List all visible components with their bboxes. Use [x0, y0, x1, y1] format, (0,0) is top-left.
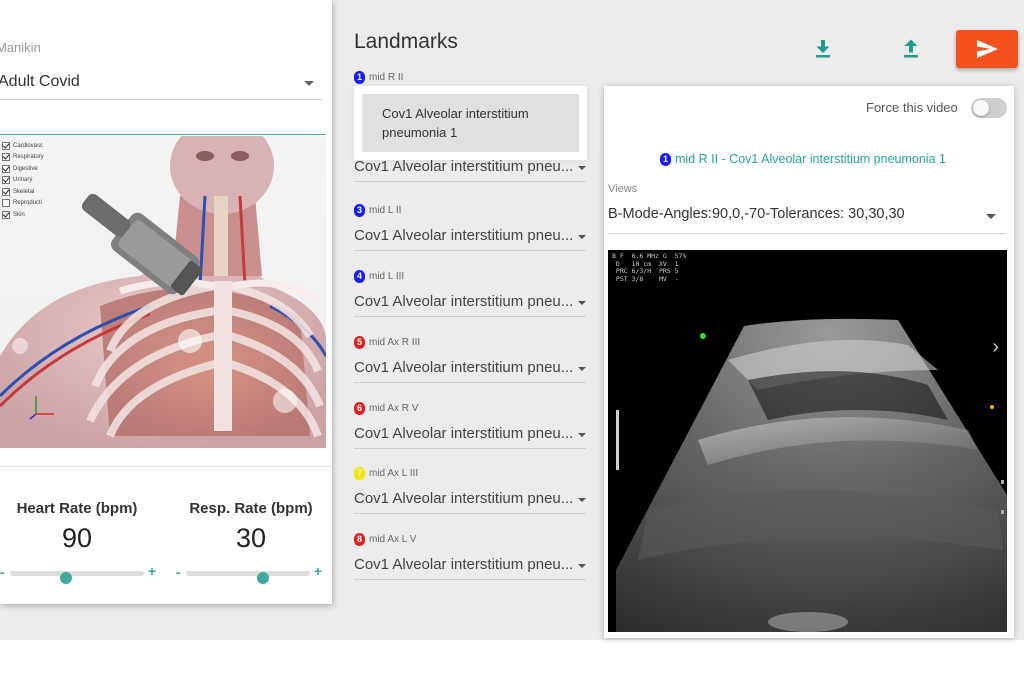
send-button[interactable]	[956, 30, 1018, 68]
landmark-badge: 8	[354, 533, 365, 546]
chevron-right-icon[interactable]: ›	[992, 336, 999, 359]
landmark-badge: 4	[354, 270, 365, 283]
checkbox[interactable]	[2, 164, 10, 173]
views-select[interactable]: B-Mode-Angles:90,0,-70-Tolerances: 30,30…	[608, 206, 1006, 234]
checkbox[interactable]	[2, 153, 10, 162]
toggle-knob[interactable]	[973, 100, 989, 116]
chevron-down-icon	[304, 81, 314, 86]
chevron-down-icon	[578, 367, 586, 371]
upload-button[interactable]	[899, 36, 923, 60]
landmark-badge: 1	[354, 71, 365, 84]
orientation-axes-icon	[29, 396, 54, 420]
resp-rate-value: 30	[235, 523, 267, 553]
landmark-label: mid L III	[369, 271, 405, 282]
landmark-badge: 3	[354, 204, 365, 217]
ultrasound-settings: B F 6.6 MHz G 57% D 10 cm XV 1 PRC 6/3/H…	[612, 252, 687, 283]
chevron-down-icon	[578, 564, 586, 568]
manikin-select-value: Adult Covid	[0, 73, 80, 90]
upload-icon	[904, 39, 918, 58]
landmark-badge: 5	[354, 336, 365, 349]
landmark-label: mid Ax R III	[369, 337, 421, 348]
landmark-select[interactable]: Cov1 Alveolar interstitium pneu...	[354, 556, 586, 580]
resp-rate-label: Resp. Rate (bpm)	[189, 500, 313, 517]
force-video-toggle[interactable]	[971, 98, 1007, 118]
heart-rate-slider[interactable]: - +	[0, 563, 156, 584]
manikin-label: Manikin	[0, 40, 41, 55]
decrease-button[interactable]: -	[0, 564, 5, 580]
slider-knob[interactable]	[256, 572, 269, 584]
landmark-item[interactable]: 7 mid Ax L III Cov1 Alveolar interstitium…	[354, 467, 586, 514]
landmark-select[interactable]: Cov1 Alveolar interstitium pneu...	[354, 227, 586, 251]
landmark-label: mid R II	[369, 72, 404, 83]
download-icon	[816, 40, 830, 58]
divider	[0, 466, 332, 467]
manikin-panel: Manikin Adult Covid Cardiovasc Respirato…	[0, 0, 332, 604]
slider-track[interactable]	[10, 571, 144, 584]
system-cardiovascular[interactable]: Cardiovasc	[2, 140, 44, 152]
landmark-select[interactable]: Cov1 Alveolar interstitium pneu...	[354, 359, 586, 383]
resp-rate-slider[interactable]: - +	[176, 563, 322, 584]
video-title: 1 mid R II - Cov1 Alveolar interstitium …	[660, 152, 946, 166]
landmark-select[interactable]: Cov1 Alveolar interstitium pneu...	[354, 158, 586, 182]
resp-rate-block: Resp. Rate (bpm) 30	[176, 500, 326, 554]
landmark-badge: 6	[354, 402, 365, 415]
landmark-select[interactable]: Cov1 Alveolar interstitium pneu...	[354, 293, 586, 317]
landmark-badge: 7	[354, 467, 365, 480]
heart-rate-block: Heart Rate (bpm) 90	[2, 500, 152, 554]
system-skeletal[interactable]: Skeletal	[2, 186, 44, 198]
chevron-down-icon	[578, 433, 586, 437]
ultrasound-video[interactable]: B F 6.6 MHz G 57% D 10 cm XV 1 PRC 6/3/H…	[608, 250, 1007, 632]
slider-track[interactable]	[186, 571, 310, 584]
landmark-label: mid Ax R V	[369, 403, 419, 414]
landmark-label: mid L II	[369, 205, 402, 216]
chevron-down-icon	[578, 301, 586, 305]
landmarks-title: Landmarks	[354, 30, 458, 53]
system-skin[interactable]: Skin	[2, 209, 44, 221]
divider	[0, 134, 326, 135]
system-digestive[interactable]: Digestive	[2, 163, 44, 175]
checkbox[interactable]	[2, 141, 10, 150]
force-video-label: Force this video	[866, 100, 958, 115]
checkbox[interactable]	[2, 210, 10, 219]
manikin-3d-view[interactable]: Cardiovasc Respiratory Digestive Urinary…	[0, 136, 326, 448]
ultrasound-image	[616, 318, 1007, 632]
views-select-value: B-Mode-Angles:90,0,-70-Tolerances: 30,30…	[608, 206, 905, 222]
system-urinary[interactable]: Urinary	[2, 175, 44, 187]
checkbox[interactable]	[2, 187, 10, 196]
chevron-down-icon	[578, 166, 586, 170]
landmark-select[interactable]: Cov1 Alveolar interstitium pneu...	[354, 490, 586, 514]
video-title-text: mid R II - Cov1 Alveolar interstitium pn…	[675, 152, 946, 166]
manikin-select[interactable]: Adult Covid	[0, 66, 322, 100]
landmark-label: mid Ax L V	[369, 534, 417, 545]
landmark-item[interactable]: 1 mid R II	[354, 71, 586, 84]
download-button[interactable]	[811, 36, 835, 60]
checkbox[interactable]	[2, 176, 10, 185]
views-label: Views	[608, 183, 638, 195]
heart-rate-label: Heart Rate (bpm)	[16, 500, 138, 517]
decrease-button[interactable]: -	[176, 564, 181, 580]
chevron-down-icon	[986, 214, 996, 219]
slider-knob[interactable]	[60, 572, 73, 584]
chevron-down-icon	[578, 235, 586, 239]
landmark-item[interactable]: 3 mid L II Cov1 Alveolar interstitium pne…	[354, 204, 586, 251]
increase-button[interactable]: +	[314, 563, 322, 579]
landmark-item[interactable]: 5 mid Ax R III Cov1 Alveolar interstitium…	[354, 336, 586, 383]
system-reproductive[interactable]: Reproducti	[2, 198, 44, 210]
video-panel: Force this video 1 mid R II - Cov1 Alveo…	[604, 86, 1014, 638]
landmark-badge: 1	[660, 152, 671, 166]
heart-rate-value: 90	[61, 523, 93, 553]
chevron-down-icon	[578, 498, 586, 502]
landmark-item[interactable]: 8 mid Ax L V Cov1 Alveolar interstitium p…	[354, 533, 586, 580]
landmark-item[interactable]: 6 mid Ax R V Cov1 Alveolar interstitium p…	[354, 402, 586, 449]
body-systems-list: Cardiovasc Respiratory Digestive Urinary…	[2, 140, 44, 221]
landmark-select[interactable]: Cov1 Alveolar interstitium pneu...	[354, 425, 586, 449]
checkbox[interactable]	[2, 199, 10, 208]
landmark-label: mid Ax L III	[369, 468, 419, 479]
system-respiratory[interactable]: Respiratory	[2, 152, 44, 164]
landmark-item[interactable]: 4 mid L III Cov1 Alveolar interstitium pn…	[354, 270, 586, 317]
landmark-tooltip: Cov1 Alveolar interstitium pneumonia 1	[362, 94, 579, 152]
increase-button[interactable]: +	[148, 563, 156, 579]
send-icon	[977, 40, 998, 58]
